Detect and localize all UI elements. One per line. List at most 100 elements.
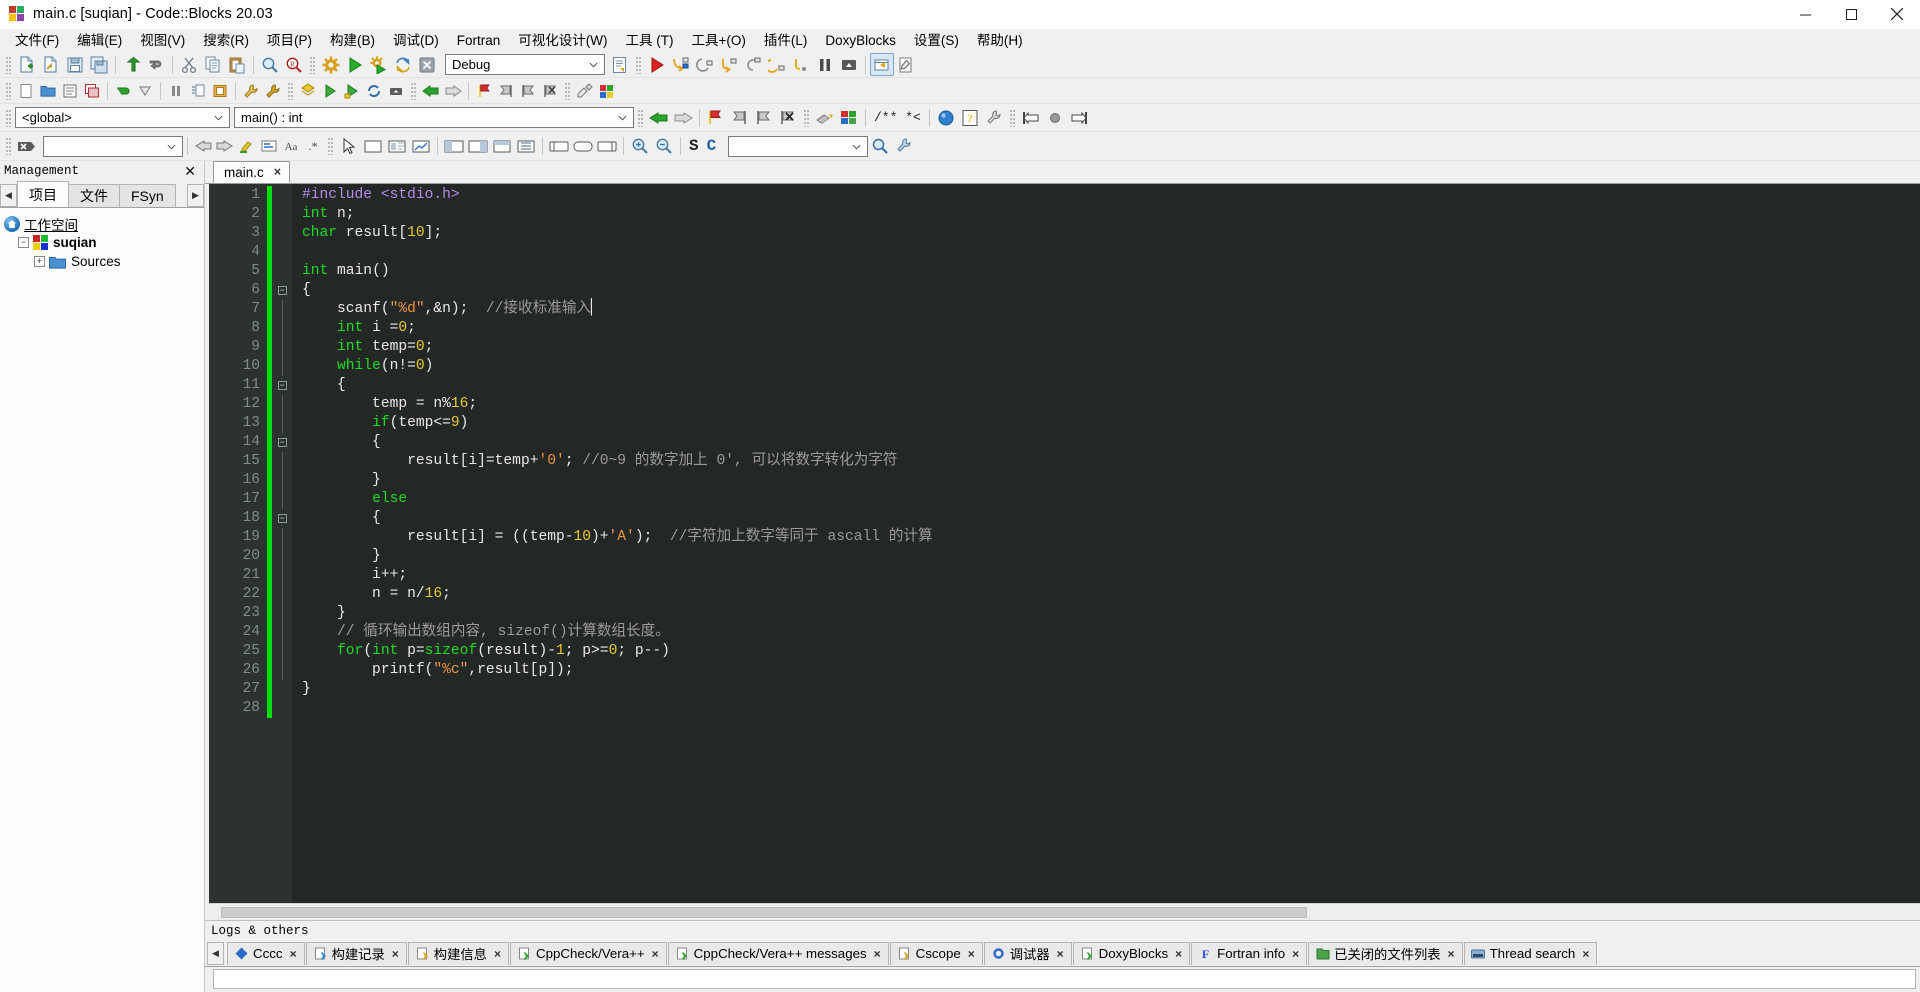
abort-icon[interactable] xyxy=(415,53,439,76)
fold-cell[interactable]: − xyxy=(272,433,292,452)
debug-break-icon[interactable] xyxy=(813,53,837,76)
code-line[interactable]: i++; xyxy=(302,566,1920,585)
toolbar-grip[interactable] xyxy=(564,81,571,100)
menu-project[interactable]: 项目(P) xyxy=(258,30,321,52)
doxyblocks-help-icon[interactable]: ? xyxy=(958,106,982,129)
fold-cell[interactable]: − xyxy=(272,509,292,528)
debugging-windows-icon[interactable] xyxy=(870,53,894,76)
wrench1-icon[interactable] xyxy=(240,79,262,102)
copy-icon[interactable] xyxy=(201,53,225,76)
run-icon[interactable] xyxy=(343,53,367,76)
menu-wxsmith[interactable]: 可视化设计(W) xyxy=(509,30,616,52)
shape1-icon[interactable] xyxy=(547,135,571,158)
zoom-in-icon[interactable] xyxy=(628,135,652,158)
prev-result-icon[interactable] xyxy=(192,135,214,158)
sidebar-tab-files[interactable]: 文件 xyxy=(68,184,120,207)
build-and-run-icon[interactable] xyxy=(367,53,391,76)
log-tab[interactable]: Cscope × xyxy=(889,941,983,965)
log-tab-close-icon[interactable]: × xyxy=(1582,947,1589,961)
log-tab-close-icon[interactable]: × xyxy=(290,947,297,961)
debug-next-line-icon[interactable] xyxy=(693,53,717,76)
log-tab[interactable]: CppCheck/Vera++ × xyxy=(509,941,667,965)
book-icon[interactable] xyxy=(209,79,231,102)
log-tab-close-icon[interactable]: × xyxy=(1057,947,1064,961)
log-tab[interactable]: 构建信息 × xyxy=(407,941,509,965)
fortran-jump-icon[interactable] xyxy=(837,106,861,129)
panel3-icon[interactable] xyxy=(490,135,514,158)
doxyblocks-comment-text[interactable]: /** *< xyxy=(870,110,925,125)
code-line[interactable]: while(n!=0) xyxy=(302,357,1920,376)
log-tab-close-icon[interactable]: × xyxy=(968,947,975,961)
editor-hscrollbar[interactable] xyxy=(209,903,1920,920)
prev-bookmark-icon[interactable] xyxy=(728,106,752,129)
code-line[interactable] xyxy=(302,243,1920,262)
code-line[interactable]: if(temp<=9) xyxy=(302,414,1920,433)
toggle-bookmark-icon[interactable] xyxy=(473,79,495,102)
log-tab-close-icon[interactable]: × xyxy=(392,947,399,961)
various-info-icon[interactable] xyxy=(894,53,918,76)
next-bookmark-icon[interactable] xyxy=(517,79,539,102)
circle-icon[interactable] xyxy=(1043,106,1067,129)
editor-hscrollbar-thumb[interactable] xyxy=(221,906,1307,918)
cut-icon[interactable] xyxy=(177,53,201,76)
next-result-icon[interactable] xyxy=(214,135,236,158)
doxyblocks-run-icon[interactable] xyxy=(934,106,958,129)
log-scroll-left-icon[interactable]: ◀ xyxy=(207,941,224,965)
logs-content[interactable] xyxy=(213,969,1916,989)
toolbar-grip[interactable] xyxy=(635,55,642,74)
back-arrow-icon[interactable] xyxy=(420,79,442,102)
code-line[interactable]: int i =0; xyxy=(302,319,1920,338)
toolbar-grip[interactable] xyxy=(5,108,12,127)
code-line[interactable]: } xyxy=(302,471,1920,490)
find-icon[interactable] xyxy=(258,53,282,76)
menu-settings[interactable]: 设置(S) xyxy=(905,30,968,52)
code-line[interactable]: result[i] = ((temp-10)+'A'); //字符加上数字等同于… xyxy=(302,528,1920,547)
tree-item-project[interactable]: − suqian xyxy=(4,233,204,252)
code-line[interactable]: temp = n%16; xyxy=(302,395,1920,414)
wrench2-icon[interactable] xyxy=(262,79,284,102)
fortran-workspace-icon[interactable] xyxy=(297,79,319,102)
code-line[interactable]: #include <stdio.h> xyxy=(302,186,1920,205)
toolbar-grip[interactable] xyxy=(5,137,12,155)
save-icon[interactable] xyxy=(63,53,87,76)
panel1-icon[interactable] xyxy=(442,135,466,158)
debug-step-into-icon[interactable] xyxy=(717,53,741,76)
log-tab-close-icon[interactable]: × xyxy=(1448,947,1455,961)
code-line[interactable]: // 循环输出数组内容, sizeof()计算数组长度。 xyxy=(302,623,1920,642)
editor-tab-close-icon[interactable]: × xyxy=(274,165,281,179)
minimize-button[interactable] xyxy=(1782,0,1828,29)
log-tab-close-icon[interactable]: × xyxy=(1292,947,1299,961)
log-tab[interactable]: 调试器 × xyxy=(983,941,1072,965)
close-button[interactable] xyxy=(1874,0,1920,29)
rect-tool-icon[interactable] xyxy=(361,135,385,158)
toolbar-grip[interactable] xyxy=(327,137,334,155)
search-history-combo[interactable] xyxy=(43,135,183,157)
windows-icon[interactable] xyxy=(81,79,103,102)
toolbar-grip[interactable] xyxy=(803,108,810,127)
sidebar-tab-fsymbols[interactable]: FSyn xyxy=(119,184,176,207)
regex-icon[interactable]: .* xyxy=(302,135,324,158)
highlight-icon[interactable] xyxy=(236,135,258,158)
pause-icon[interactable] xyxy=(165,79,187,102)
close-toolbar-icon[interactable] xyxy=(15,135,37,158)
chart-tool-icon[interactable] xyxy=(409,135,433,158)
next-bookmark-icon[interactable] xyxy=(752,106,776,129)
build-target-combo[interactable]: Debug xyxy=(445,54,605,75)
save-all-icon[interactable] xyxy=(87,53,111,76)
tree-expander-sources[interactable]: + xyxy=(34,256,45,267)
symbols-s-button[interactable]: S xyxy=(685,137,703,155)
menu-view[interactable]: 视图(V) xyxy=(131,30,194,52)
fortran-stop-icon[interactable] xyxy=(385,79,407,102)
fortran-info-toolbar-icon[interactable] xyxy=(813,106,837,129)
toolbar-grip[interactable] xyxy=(637,108,644,127)
fortran-refresh-icon[interactable] xyxy=(363,79,385,102)
fold-collapse-icon[interactable]: − xyxy=(277,514,287,523)
open-file-icon[interactable] xyxy=(39,53,63,76)
list-icon[interactable] xyxy=(59,79,81,102)
doxyblocks-comment-icon[interactable] xyxy=(574,79,596,102)
undo-icon[interactable] xyxy=(120,53,144,76)
sidebar-tab-projects[interactable]: 项目 xyxy=(17,181,69,207)
align-left-icon[interactable] xyxy=(1019,106,1043,129)
code-area[interactable]: 1 2 3 4 5 6 7 8 9 10 11 12 13 14 15 16 17 18 19 20 21 22 23 24 2… xyxy=(209,184,1920,903)
search-go-icon[interactable] xyxy=(868,135,892,158)
